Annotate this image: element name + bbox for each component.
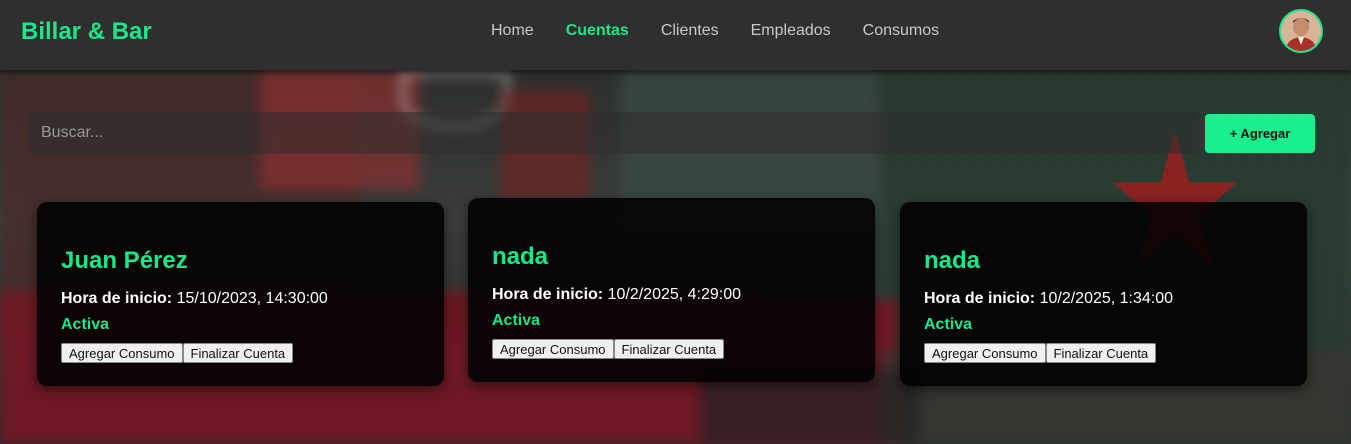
start-time-label: Hora de inicio: xyxy=(924,290,1036,307)
card-name: nada xyxy=(924,247,981,274)
add-consumption-button[interactable]: Agregar Consumo xyxy=(924,343,1046,363)
status-badge: Activa xyxy=(61,316,110,333)
start-time-value: 15/10/2023, 14:30:00 xyxy=(176,290,328,307)
nav-links: Home Cuentas Clientes Empleados Consumos xyxy=(491,22,939,40)
add-consumption-button[interactable]: Agregar Consumo xyxy=(492,339,614,359)
card-actions: Agregar Consumo Finalizar Cuenta xyxy=(924,343,1157,363)
user-avatar[interactable] xyxy=(1279,9,1323,53)
card-actions: Agregar Consumo Finalizar Cuenta xyxy=(492,339,725,359)
start-time-value: 10/2/2025, 1:34:00 xyxy=(1039,290,1174,307)
add-consumption-button[interactable]: Agregar Consumo xyxy=(61,343,183,363)
nav-link-home[interactable]: Home xyxy=(491,22,534,40)
close-account-button[interactable]: Finalizar Cuenta xyxy=(182,343,294,363)
start-time-value: 10/2/2025, 4:29:00 xyxy=(607,286,742,303)
brand-title[interactable]: Billar & Bar xyxy=(21,18,152,46)
card-start-time: Hora de inicio: 15/10/2023, 14:30:00 xyxy=(61,290,328,308)
card-start-time: Hora de inicio: 10/2/2025, 1:34:00 xyxy=(924,290,1173,308)
card-start-time: Hora de inicio: 10/2/2025, 4:29:00 xyxy=(492,286,741,304)
card-name: nada xyxy=(492,243,549,270)
avatar-icon xyxy=(1281,11,1321,51)
nav-link-clientes[interactable]: Clientes xyxy=(661,22,719,40)
search-input[interactable] xyxy=(29,112,1199,154)
close-account-button[interactable]: Finalizar Cuenta xyxy=(1045,343,1157,363)
account-card: nada Hora de inicio: 10/2/2025, 4:29:00 … xyxy=(468,198,875,382)
card-actions: Agregar Consumo Finalizar Cuenta xyxy=(61,343,294,363)
status-badge: Activa xyxy=(492,312,541,329)
nav-link-empleados[interactable]: Empleados xyxy=(751,22,831,40)
account-card: nada Hora de inicio: 10/2/2025, 1:34:00 … xyxy=(900,202,1307,386)
card-name: Juan Pérez xyxy=(61,247,188,274)
close-account-button[interactable]: Finalizar Cuenta xyxy=(613,339,725,359)
start-time-label: Hora de inicio: xyxy=(61,290,173,307)
nav-link-cuentas[interactable]: Cuentas xyxy=(566,22,629,40)
navbar: Billar & Bar Home Cuentas Clientes Emple… xyxy=(0,0,1351,70)
add-button[interactable]: + Agregar xyxy=(1205,114,1315,153)
start-time-label: Hora de inicio: xyxy=(492,286,604,303)
nav-link-consumos[interactable]: Consumos xyxy=(863,22,939,40)
account-card: Juan Pérez Hora de inicio: 15/10/2023, 1… xyxy=(37,202,444,386)
status-badge: Activa xyxy=(924,316,973,333)
